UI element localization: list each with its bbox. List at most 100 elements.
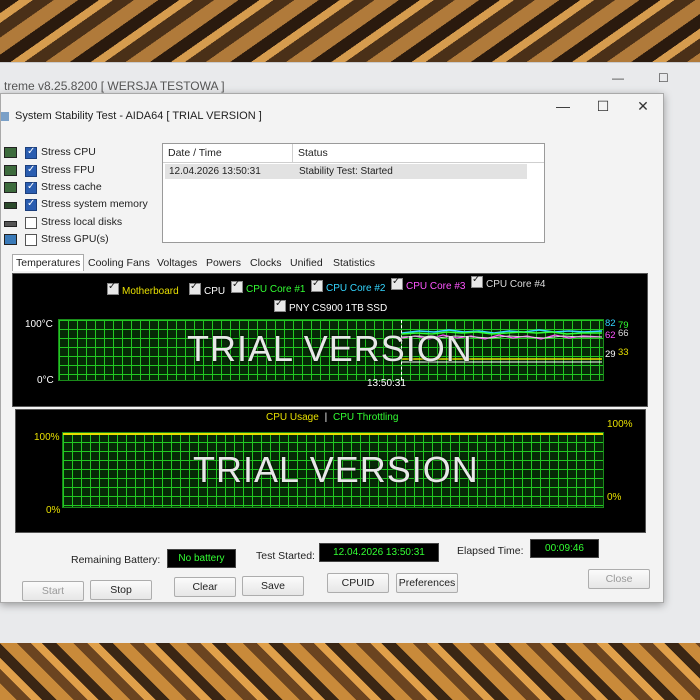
event-log-list[interactable]: Date / Time Status 12.04.2026 13:50:31 S… <box>162 143 545 243</box>
legend-cpu-throttling[interactable]: CPU Throttling <box>333 412 398 423</box>
maximize-icon[interactable]: ☐ <box>593 98 613 115</box>
y-axis-top-label: 100°C <box>25 319 53 330</box>
remaining-battery-value: No battery <box>167 549 236 568</box>
cpu-usage-line <box>63 433 603 435</box>
legend-cpu-core-2[interactable]: CPU Core #2 <box>311 278 386 294</box>
tab-temperatures[interactable]: Temperatures <box>12 254 85 271</box>
log-row-status: Stability Test: Started <box>299 166 393 177</box>
stress-gpu-label: Stress GPU(s) <box>41 233 109 245</box>
cpu-icon <box>4 147 17 158</box>
legend-label: CPU Core #1 <box>246 284 306 295</box>
legend-label: CPU Core #3 <box>406 281 466 292</box>
minimize-icon[interactable]: — <box>612 71 624 85</box>
tab-cooling-fans[interactable]: Cooling Fans <box>86 256 152 270</box>
stress-memory-checkbox[interactable] <box>25 198 37 211</box>
tab-unified[interactable]: Unified <box>288 256 325 270</box>
readout-ssd: 29 <box>605 349 616 360</box>
stress-cpu-checkbox[interactable] <box>25 146 37 159</box>
column-header-datetime[interactable]: Date / Time <box>168 147 222 159</box>
cpu-usage-chart-panel: CPU Usage | CPU Throttling 100% 0% 100% … <box>15 409 646 533</box>
y-axis-bottom-right-label: 0% <box>607 492 622 503</box>
legend-cpu[interactable]: CPU <box>189 281 226 297</box>
remaining-battery-label: Remaining Battery: <box>71 554 161 566</box>
stress-fpu-label: Stress FPU <box>41 164 95 176</box>
log-row[interactable]: 12.04.2026 13:50:31 Stability Test: Star… <box>165 164 527 179</box>
readout-motherboard: 33 <box>618 347 629 358</box>
column-header-status[interactable]: Status <box>298 147 328 159</box>
disk-icon <box>4 221 17 227</box>
legend-cpu-core-4[interactable]: CPU Core #4 <box>471 274 546 290</box>
y-axis-bottom-label: 0°C <box>37 375 54 386</box>
tab-powers[interactable]: Powers <box>204 256 243 270</box>
test-started-label: Test Started: <box>256 550 315 562</box>
fpu-icon <box>4 165 17 176</box>
stress-fpu-option[interactable]: Stress FPU <box>4 163 164 180</box>
legend-label: CPU <box>204 286 226 297</box>
stress-cache-label: Stress cache <box>41 181 102 193</box>
save-button[interactable]: Save <box>242 576 304 596</box>
stress-memory-option[interactable]: Stress system memory <box>4 197 164 214</box>
legend-checkbox[interactable] <box>471 274 483 288</box>
preferences-button[interactable]: Preferences <box>396 573 458 593</box>
tab-clocks[interactable]: Clocks <box>248 256 284 270</box>
legend-checkbox[interactable] <box>189 281 201 295</box>
close-icon[interactable]: ✕ <box>633 98 653 115</box>
legend-checkbox[interactable] <box>311 278 323 292</box>
legend-separator: | <box>324 412 328 423</box>
cpu-usage-graph-grid: TRIAL VERSION <box>62 432 604 508</box>
trial-watermark: TRIAL VERSION <box>187 328 473 369</box>
clear-button[interactable]: Clear <box>174 577 236 597</box>
legend-checkbox[interactable] <box>107 281 119 295</box>
tab-voltages[interactable]: Voltages <box>155 256 199 270</box>
test-started-value: 12.04.2026 13:50:31 <box>319 543 439 562</box>
y-axis-top-left-label: 100% <box>34 432 60 443</box>
window-title: System Stability Test - AIDA64 [ TRIAL V… <box>15 110 262 122</box>
minimize-icon[interactable]: — <box>553 98 573 114</box>
elapsed-time-label: Elapsed Time: <box>457 545 524 557</box>
stress-gpu-checkbox[interactable] <box>25 234 37 246</box>
legend-ssd[interactable]: PNY CS900 1TB SSD <box>274 298 387 314</box>
legend-checkbox[interactable] <box>391 276 403 290</box>
legend-cpu-core-3[interactable]: CPU Core #3 <box>391 276 466 292</box>
temperature-graph-grid: TRIAL VERSION <box>58 319 604 381</box>
stress-cpu-option[interactable]: Stress CPU <box>4 145 164 162</box>
cpuid-button[interactable]: CPUID <box>327 573 389 593</box>
stress-disks-checkbox[interactable] <box>25 217 37 229</box>
legend-label: CPU Core #4 <box>486 279 546 290</box>
legend-cpu-usage[interactable]: CPU Usage <box>266 412 319 423</box>
trial-watermark: TRIAL VERSION <box>193 449 479 490</box>
legend-checkbox[interactable] <box>274 298 286 312</box>
readout-core-3: 62 <box>605 330 616 341</box>
cache-icon <box>4 182 17 193</box>
stop-button[interactable]: Stop <box>90 580 152 600</box>
stress-disks-option[interactable]: Stress local disks <box>4 215 164 232</box>
legend-cpu-core-1[interactable]: CPU Core #1 <box>231 279 306 295</box>
log-row-datetime: 12.04.2026 13:50:31 <box>169 166 261 177</box>
y-axis-top-right-label: 100% <box>607 419 633 430</box>
stress-cpu-label: Stress CPU <box>41 146 96 158</box>
tab-statistics[interactable]: Statistics <box>331 256 377 270</box>
legend-label: CPU Core #2 <box>326 283 386 294</box>
legend-checkbox[interactable] <box>231 279 243 293</box>
stress-cache-checkbox[interactable] <box>25 181 37 194</box>
x-axis-time-label: 13:50:31 <box>367 378 406 389</box>
stress-disks-label: Stress local disks <box>41 216 123 228</box>
gpu-icon <box>4 234 17 245</box>
maximize-icon[interactable]: ☐ <box>658 71 669 85</box>
legend-label: Motherboard <box>122 286 179 297</box>
background-carpet-top <box>0 0 700 70</box>
log-header: Date / Time Status <box>163 144 544 163</box>
start-button[interactable]: Start <box>22 581 84 601</box>
stress-memory-label: Stress system memory <box>41 198 148 210</box>
readout-core-4: 66 <box>618 328 629 339</box>
app-icon <box>1 112 9 121</box>
stress-gpu-option[interactable]: Stress GPU(s) <box>4 232 164 249</box>
background-window-title: treme v8.25.8200 [ WERSJA TESTOWA ] <box>4 79 225 93</box>
close-button[interactable]: Close <box>588 569 650 589</box>
stress-fpu-checkbox[interactable] <box>25 164 37 177</box>
temperature-chart-panel: Motherboard CPU CPU Core #1 CPU Core #2 … <box>12 273 648 407</box>
column-separator <box>292 144 293 162</box>
memory-icon <box>4 202 17 209</box>
stress-cache-option[interactable]: Stress cache <box>4 180 164 197</box>
legend-motherboard[interactable]: Motherboard <box>107 281 179 297</box>
